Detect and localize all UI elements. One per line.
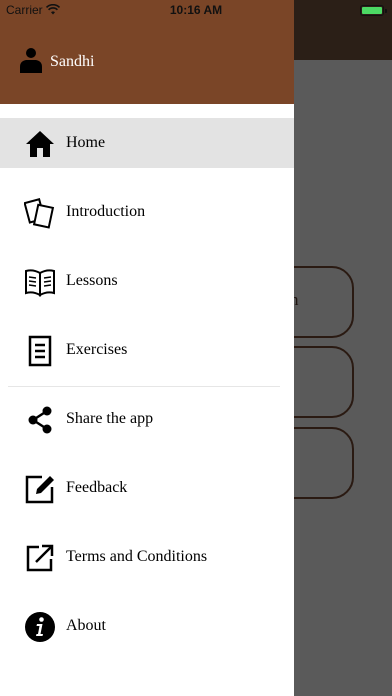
menu-label-lessons: Lessons — [66, 272, 118, 289]
external-link-icon — [24, 542, 56, 574]
menu-divider — [8, 386, 280, 387]
user-icon — [20, 48, 42, 73]
user-name: Sandhi — [50, 53, 95, 70]
battery-icon — [360, 5, 387, 16]
menu-label-about: About — [66, 617, 106, 634]
menu-item-introduction[interactable]: Introduction — [0, 187, 294, 237]
menu-item-exercises[interactable]: Exercises — [0, 325, 294, 375]
menu-label-exercises: Exercises — [66, 341, 128, 358]
home-icon — [24, 128, 56, 160]
drawer-menu: Home Introduction Lessons Exercises Shar… — [0, 118, 294, 670]
status-bar: Carrier 10:16 AM — [0, 0, 392, 20]
navigation-drawer: Sandhi Home Introduction Lessons Exercis… — [0, 0, 294, 696]
status-time: 10:16 AM — [169, 3, 223, 17]
info-icon — [24, 611, 56, 643]
book-icon — [24, 266, 56, 298]
menu-label-share: Share the app — [66, 410, 154, 427]
menu-item-lessons[interactable]: Lessons — [0, 256, 294, 306]
edit-icon — [24, 473, 56, 505]
share-icon — [24, 404, 56, 436]
menu-label-feedback: Feedback — [66, 479, 128, 496]
menu-label-home: Home — [66, 134, 106, 151]
menu-label-terms: Terms and Conditions — [66, 548, 208, 565]
menu-item-terms[interactable]: Terms and Conditions — [0, 532, 294, 582]
menu-item-feedback[interactable]: Feedback — [0, 463, 294, 513]
document-icon — [24, 335, 56, 367]
menu-item-home[interactable]: Home — [0, 118, 294, 168]
menu-item-about[interactable]: About — [0, 601, 294, 651]
menu-label-introduction: Introduction — [66, 203, 146, 220]
cards-icon — [24, 197, 56, 229]
menu-item-share[interactable]: Share the app — [0, 394, 294, 444]
